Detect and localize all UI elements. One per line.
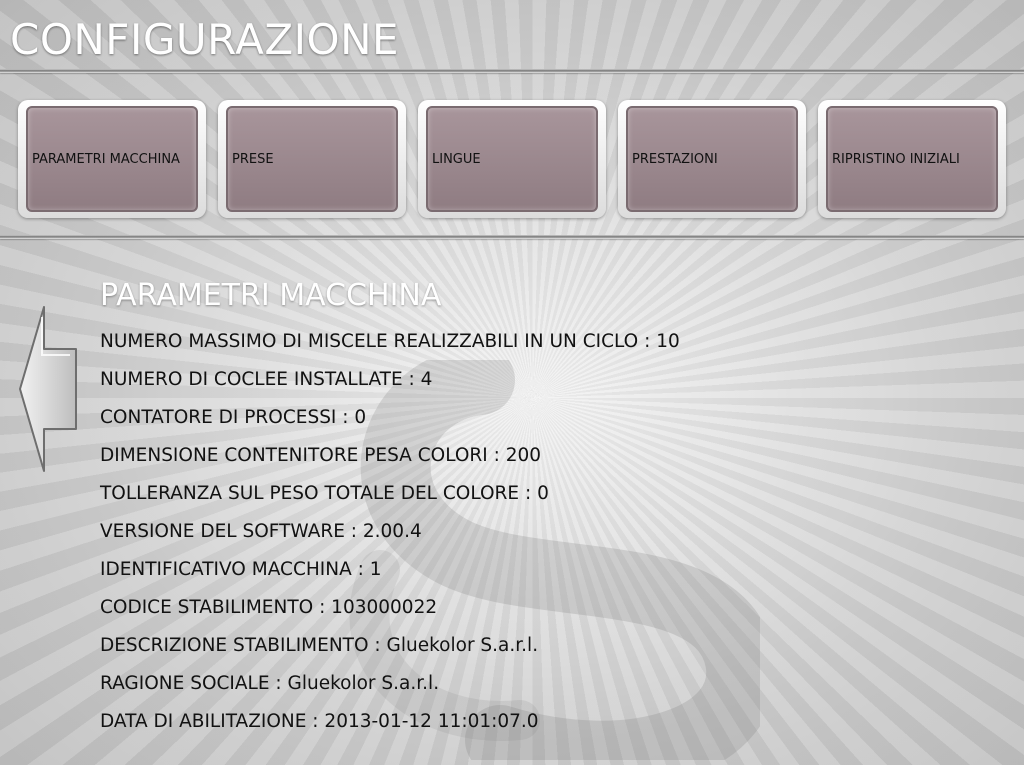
tab-prestazioni[interactable]: PRESTAZIONI [618, 100, 806, 218]
param-activation-date: DATA DI ABILITAZIONE : 2013-01-12 11:01:… [100, 711, 539, 732]
top-divider [0, 69, 1024, 73]
tab-ripristino-iniziali[interactable]: RIPRISTINO INIZIALI [818, 100, 1006, 218]
tab-prese[interactable]: PRESE [218, 100, 406, 218]
tab-label: LINGUE [432, 151, 481, 167]
tab-parametri-macchina[interactable]: PARAMETRI MACCHINA [18, 100, 206, 218]
left-arrow-icon[interactable] [18, 305, 80, 473]
page-title: CONFIGURAZIONE [10, 15, 400, 64]
tab-face: RIPRISTINO INIZIALI [826, 106, 998, 212]
tab-label: RIPRISTINO INIZIALI [832, 151, 960, 167]
param-plant-code: CODICE STABILIMENTO : 103000022 [100, 597, 438, 618]
param-screws-installed: NUMERO DI COCLEE INSTALLATE : 4 [100, 369, 433, 390]
param-plant-description: DESCRIZIONE STABILIMENTO : Gluekolor S.a… [100, 635, 539, 656]
param-process-counter: CONTATORE DI PROCESSI : 0 [100, 407, 367, 428]
section-title: PARAMETRI MACCHINA [100, 278, 442, 313]
tab-lingue[interactable]: LINGUE [418, 100, 606, 218]
machine-parameters-list: NUMERO MASSIMO DI MISCELE REALIZZABILI I… [100, 326, 680, 744]
tab-face: PRESTAZIONI [626, 106, 798, 212]
tab-face: PRESE [226, 106, 398, 212]
param-software-version: VERSIONE DEL SOFTWARE : 2.00.4 [100, 521, 422, 542]
bottom-divider [0, 235, 1024, 239]
tab-label: PRESE [232, 151, 274, 167]
param-weight-tolerance: TOLLERANZA SUL PESO TOTALE DEL COLORE : … [100, 483, 549, 504]
tab-face: LINGUE [426, 106, 598, 212]
param-machine-id: IDENTIFICATIVO MACCHINA : 1 [100, 559, 382, 580]
title-bar: CONFIGURAZIONE [0, 0, 1024, 72]
param-company-name: RAGIONE SOCIALE : Gluekolor S.a.r.l. [100, 673, 440, 694]
tab-bar: PARAMETRI MACCHINA PRESE LINGUE PRESTAZI… [14, 100, 1010, 222]
param-color-container-size: DIMENSIONE CONTENITORE PESA COLORI : 200 [100, 445, 542, 466]
tab-face: PARAMETRI MACCHINA [26, 106, 198, 212]
param-max-mixtures: NUMERO MASSIMO DI MISCELE REALIZZABILI I… [100, 331, 680, 352]
tab-label: PARAMETRI MACCHINA [32, 151, 180, 167]
tab-label: PRESTAZIONI [632, 151, 718, 167]
